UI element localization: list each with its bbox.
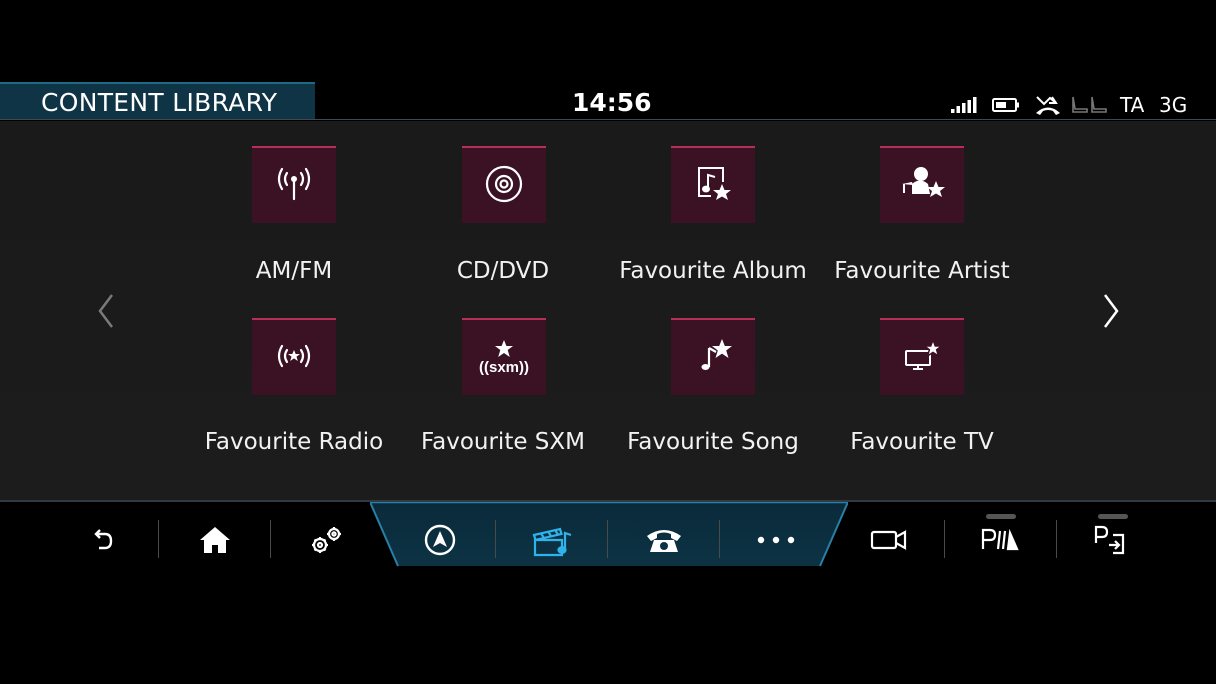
- missed-call-icon: [1034, 94, 1062, 116]
- favourite-tv-tile[interactable]: [880, 318, 964, 395]
- favourite-radio-label[interactable]: Favourite Radio: [189, 429, 399, 455]
- settings-button[interactable]: [297, 515, 357, 565]
- star-icon: [494, 339, 513, 357]
- back-button[interactable]: [72, 515, 132, 565]
- favourite-radio-tile[interactable]: [252, 318, 336, 395]
- cd-dvd-label[interactable]: CD/DVD: [398, 258, 608, 284]
- sxm-logo: ((sxm)): [478, 358, 529, 376]
- signal-bars-icon: [950, 94, 978, 116]
- nav-separator: [495, 520, 496, 558]
- am-fm-label[interactable]: AM/FM: [189, 258, 399, 284]
- camera-icon: [870, 530, 907, 550]
- navigation-button[interactable]: [410, 515, 470, 565]
- park-assist-button[interactable]: [970, 515, 1030, 565]
- nav-separator: [158, 520, 159, 558]
- favourite-sxm-label[interactable]: Favourite SXM: [398, 429, 608, 455]
- media-button[interactable]: [522, 515, 582, 565]
- favourite-artist-label[interactable]: Favourite Artist: [817, 258, 1027, 284]
- favourite-tv-label[interactable]: Favourite TV: [817, 429, 1027, 455]
- previous-page-arrow-icon[interactable]: [92, 291, 122, 331]
- page-title: CONTENT LIBRARY: [41, 88, 278, 117]
- favourite-song-label[interactable]: Favourite Song: [608, 429, 818, 455]
- network-indicator: 3G: [1159, 93, 1188, 117]
- battery-icon: [992, 94, 1020, 116]
- favourite-sxm-tile[interactable]: ((sxm)): [462, 318, 546, 395]
- back-icon: [94, 529, 113, 550]
- nav-separator: [1056, 520, 1057, 558]
- nav-separator: [719, 520, 720, 558]
- nav-separator: [270, 520, 271, 558]
- more-icon: [757, 536, 795, 544]
- am-fm-tile[interactable]: [252, 146, 336, 223]
- ta-indicator: TA: [1120, 93, 1145, 117]
- next-page-arrow-icon[interactable]: [1096, 291, 1126, 331]
- nav-separator: [607, 520, 608, 558]
- artist-star-icon: [898, 162, 946, 210]
- seat-icon: [1070, 94, 1110, 116]
- camera-button[interactable]: [859, 515, 919, 565]
- disc-icon: [482, 162, 526, 210]
- favourite-artist-tile[interactable]: [880, 146, 964, 223]
- home-button[interactable]: [185, 515, 245, 565]
- more-button[interactable]: [746, 515, 806, 565]
- park-exit-icon: [1094, 525, 1125, 555]
- radio-star-icon: [272, 341, 316, 375]
- phone-icon: [647, 530, 681, 552]
- cd-dvd-tile[interactable]: [462, 146, 546, 223]
- title-tab: CONTENT LIBRARY: [0, 82, 315, 120]
- settings-icon: [312, 527, 341, 553]
- navigation-icon: [424, 524, 456, 556]
- favourite-song-tile[interactable]: [671, 318, 755, 395]
- tv-star-icon: [900, 334, 944, 382]
- media-icon: [532, 527, 572, 557]
- park-exit-button[interactable]: [1083, 515, 1143, 565]
- nav-separator: [944, 520, 945, 558]
- clock: 14:56: [572, 88, 652, 117]
- sxm-star-icon: ((sxm)): [478, 339, 529, 376]
- header-divider: [0, 119, 1216, 120]
- phone-button[interactable]: [634, 515, 694, 565]
- note-star-icon: [691, 334, 735, 382]
- radio-antenna-icon: [272, 162, 316, 210]
- album-star-icon: [691, 162, 735, 210]
- park-assist-icon: [981, 528, 1019, 551]
- favourite-album-tile[interactable]: [671, 146, 755, 223]
- home-icon: [200, 527, 230, 553]
- favourite-album-label[interactable]: Favourite Album: [608, 258, 818, 284]
